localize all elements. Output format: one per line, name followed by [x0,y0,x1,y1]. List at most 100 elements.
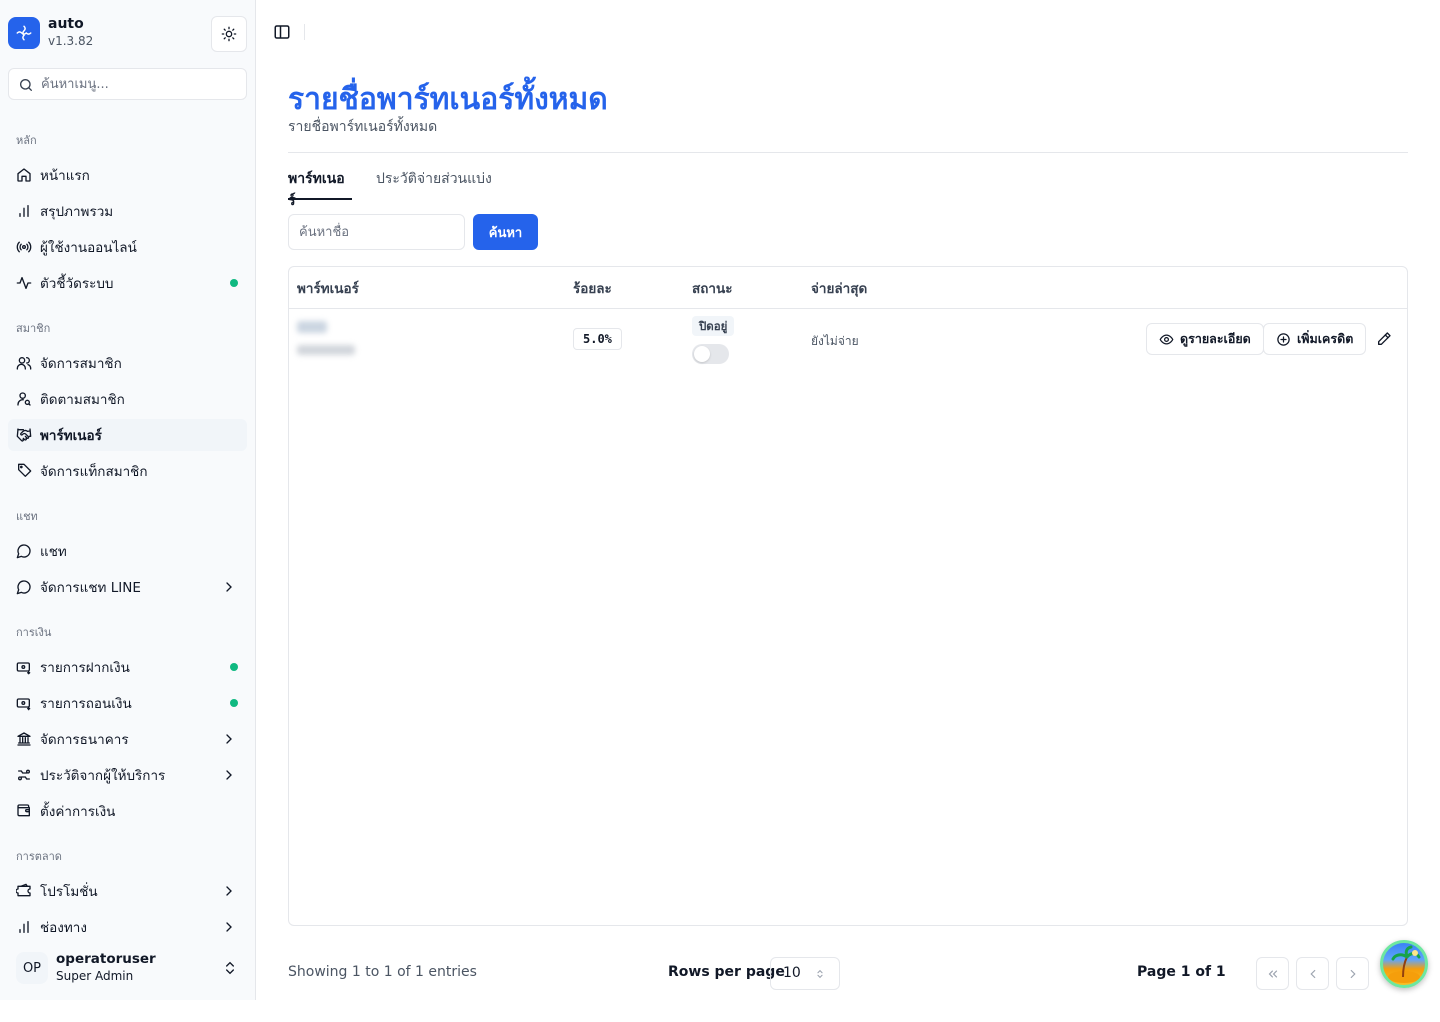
users-icon [16,355,32,371]
sidebar-item-label: จัดการแท็กสมาชิก [40,464,148,480]
user-role: Super Admin [56,969,134,983]
partners-table: พาร์ทเนอร์ ร้อยละ สถานะ จ่ายล่าสุด 5.0% … [288,266,1408,926]
sidebar-item-overview[interactable]: สรุปภาพรวม [8,195,247,227]
section-label-chat: แชท [16,510,38,523]
search-button[interactable]: ค้นหา [473,214,538,250]
toggle-knob [694,346,710,362]
user-search-icon [16,391,32,407]
sidebar-item-label: สรุปภาพรวม [40,204,114,220]
sidebar-item-deposits[interactable]: รายการฝากเงิน [8,651,247,683]
message-circle-icon [16,543,32,559]
sidebar-item-label: ช่องทาง [40,920,87,936]
theme-toggle-button[interactable] [211,16,247,52]
next-page-button[interactable] [1336,957,1369,990]
sidebar-item-line-chat[interactable]: จัดการแชท LINE [8,571,247,603]
sidebar-item-channels[interactable]: ช่องทาง [8,911,247,943]
history-icon [16,767,32,783]
sidebar-item-label: พาร์ทเนอร์ [40,428,102,444]
tab-partners[interactable]: พาร์ทเนอร์ [288,168,352,209]
panel-left-icon [274,25,290,39]
sidebar-item-track-members[interactable]: ติดตามสมาชิก [8,383,247,415]
rows-per-page-value: 10 [783,965,801,981]
chevron-right-icon [226,886,232,896]
avatar: OP [16,952,48,984]
sidebar-item-label: รายการถอนเงิน [40,696,132,712]
support-chat-avatar[interactable] [1380,940,1428,988]
sidebar-item-chat[interactable]: แชท [8,535,247,567]
column-header-status: สถานะ [692,281,733,297]
toggle-sidebar-button[interactable] [272,22,292,42]
menu-search-input[interactable] [41,74,237,94]
eye-icon [1159,333,1174,345]
bar-chart-icon [16,203,32,219]
sun-icon [221,26,237,42]
sidebar-item-online-users[interactable]: ผู้ใช้งานออนไลน์ [8,231,247,263]
page-subtitle: รายชื่อพาร์ทเนอร์ทั้งหมด [288,119,438,135]
sidebar-item-label: ตัวชี้วัดระบบ [40,276,114,292]
chevron-right-icon [226,770,232,780]
sidebar-item-label: ผู้ใช้งานออนไลน์ [40,240,137,256]
app-logo-icon [8,17,40,49]
money-in-icon [16,659,32,675]
tag-icon [16,463,32,479]
sidebar-item-system-metrics[interactable]: ตัวชี้วัดระบบ [8,267,247,299]
sidebar-item-label: โปรโมชั่น [40,884,98,900]
user-name: operatoruser [56,951,156,967]
previous-page-button[interactable] [1296,957,1329,990]
page-indicator: Page 1 of 1 [1137,964,1226,980]
rows-per-page-select[interactable]: 10 [770,957,840,990]
tab-payout-history[interactable]: ประวัติจ่ายส่วนแบ่ง [376,168,492,200]
ticket-icon [16,883,32,899]
sidebar-item-label: ติดตามสมาชิก [40,392,125,408]
add-credit-button[interactable]: เพิ่มเครดิต [1263,323,1367,355]
sidebar-item-banks[interactable]: จัดการธนาคาร [8,723,247,755]
sidebar-item-home[interactable]: หน้าแรก [8,159,247,191]
sidebar-item-promotions[interactable]: โปรโมชั่น [8,875,247,907]
menu-search[interactable] [8,68,247,100]
online-status-dot [230,699,238,707]
sidebar-item-finance-settings[interactable]: ตั้งค่าการเงิน [8,795,247,827]
home-icon [16,167,32,183]
radio-icon [16,239,32,255]
partner-search-input[interactable] [288,214,465,250]
sidebar-item-manage-members[interactable]: จัดการสมาชิก [8,347,247,379]
first-page-button[interactable] [1256,957,1289,990]
column-header-partner: พาร์ทเนอร์ [297,281,359,297]
pencil-icon [1378,332,1391,345]
online-status-dot [230,663,238,671]
partner-detail-redacted [297,345,355,355]
divider [288,152,1408,153]
sidebar-item-label: จัดการแชท LINE [40,580,141,596]
section-label-marketing: การตลาด [16,850,62,863]
column-header-percent: ร้อยละ [573,281,612,297]
chevron-right-icon [226,922,232,932]
wallet-icon [16,803,32,819]
section-label-members: สมาชิก [16,322,51,335]
sidebar-item-label: แชท [40,544,67,560]
view-details-button[interactable]: ดูรายละเอียด [1146,323,1264,355]
tropical-island-icon [1388,945,1421,983]
sidebar-item-partners[interactable]: พาร์ทเนอร์ [8,419,247,451]
message-circle-icon [16,579,32,595]
search-icon [20,79,32,91]
bar-chart-icon [16,919,32,935]
chevrons-up-down-icon [817,969,823,979]
chevron-right-icon [226,734,232,744]
last-paid-value: ยังไม่จ่าย [811,334,859,348]
money-out-icon [16,695,32,711]
sidebar-item-label: จัดการธนาคาร [40,732,129,748]
section-label-main: หลัก [16,134,37,147]
partner-name-redacted [297,321,327,333]
status-toggle[interactable] [692,344,729,364]
sidebar-item-member-tags[interactable]: จัดการแท็กสมาชิก [8,455,247,487]
sidebar-item-label: จัดการสมาชิก [40,356,122,372]
view-details-label: ดูรายละเอียด [1180,331,1251,346]
sidebar-item-label: รายการฝากเงิน [40,660,130,676]
sidebar-item-withdrawals[interactable]: รายการถอนเงิน [8,687,247,719]
header-divider [289,308,1407,309]
online-status-dot [230,279,238,287]
edit-button[interactable] [1374,329,1394,349]
user-menu[interactable]: OP operatoruser Super Admin [8,948,247,988]
sidebar-item-provider-history[interactable]: ประวัติจากผู้ให้บริการ [8,759,247,791]
entries-summary: Showing 1 to 1 of 1 entries [288,964,477,980]
